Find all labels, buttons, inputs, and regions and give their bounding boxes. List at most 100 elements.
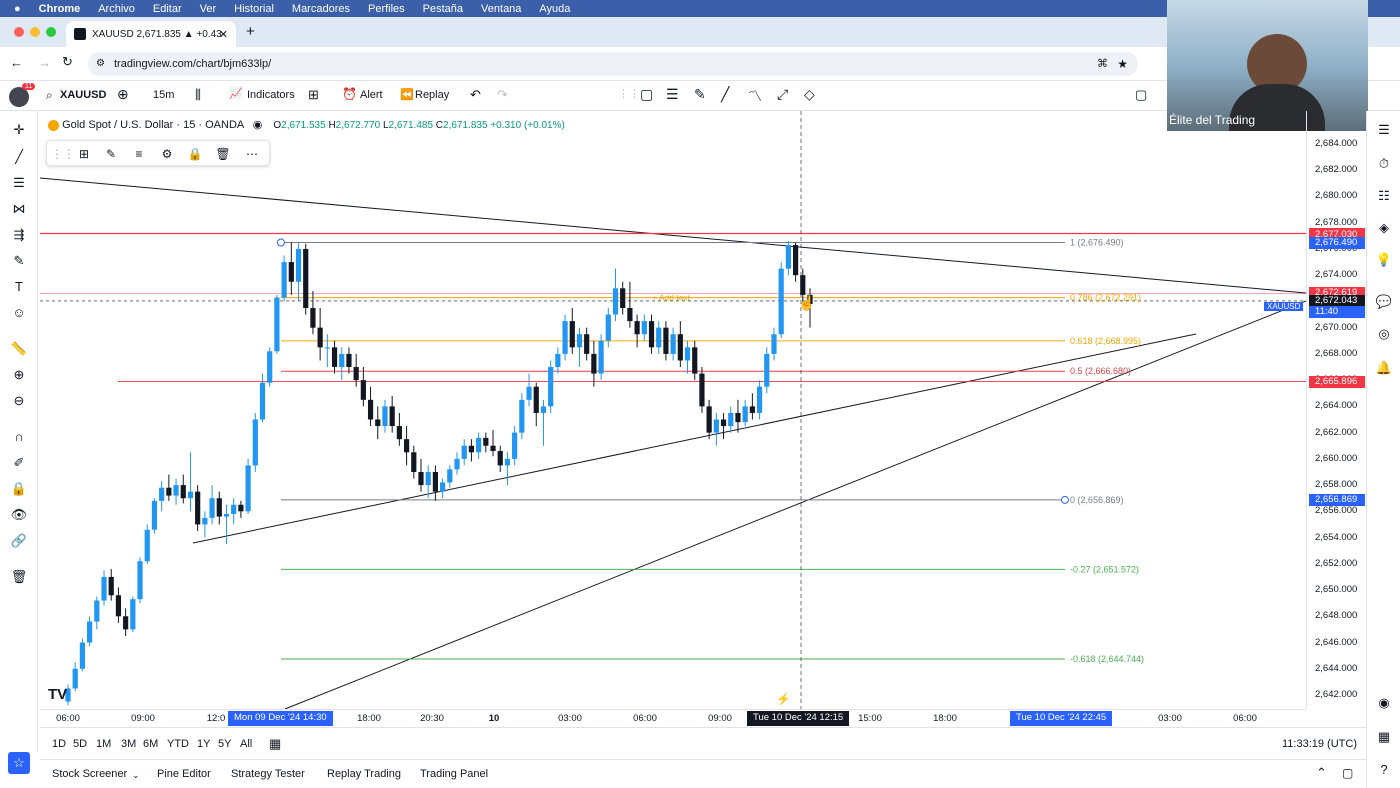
pattern-tool-icon[interactable]: ⋈ (10, 200, 28, 218)
chart-pane[interactable]: 1 (2,676.490) 0.786 (2,672.291) 0.618 (2,6… (39, 111, 1307, 710)
menu-ver[interactable]: Ver (200, 3, 217, 15)
broadcast-icon[interactable]: ◎ (1375, 325, 1393, 343)
close-window-icon[interactable] (14, 27, 24, 37)
range-all[interactable]: All (240, 738, 252, 750)
fullscreen-icon[interactable]: ▢ (1135, 87, 1147, 103)
apple-icon[interactable]: ● (14, 3, 21, 15)
translate-icon[interactable]: ⌘ (1097, 52, 1108, 76)
drag-handle-icon[interactable]: ⋮⋮ (618, 87, 640, 100)
range-3m[interactable]: 3M (121, 738, 136, 750)
range-5d[interactable]: 5D (73, 738, 87, 750)
more-icon[interactable]: ⋯ (243, 145, 261, 163)
menu-editar[interactable]: Editar (153, 3, 182, 15)
back-icon[interactable]: ← (10, 55, 23, 70)
menu-ventana[interactable]: Ventana (481, 3, 521, 15)
lock-icon[interactable]: 🔒 (186, 145, 204, 163)
utc-clock[interactable]: 11:33:19 (UTC) (1282, 738, 1357, 750)
search-icon[interactable]: ⌕ (46, 88, 53, 103)
trendline-tool-icon[interactable]: ╱ (721, 86, 729, 103)
fib-retracement-tool-icon[interactable]: ☰ (10, 174, 28, 192)
notifications-bell-icon[interactable]: 🔔 (1375, 359, 1393, 377)
link-icon[interactable]: 🔗 (10, 532, 28, 550)
url-field[interactable]: ⚙ tradingview.com/chart/bjm633lp/ ⌘ ★ (88, 52, 1138, 76)
browser-tab[interactable]: XAUUSD 2,671.835 ▲ +0.43 ✕ (66, 21, 236, 47)
ruler-icon[interactable]: 📏 (10, 340, 28, 358)
menu-archivo[interactable]: Archivo (98, 3, 135, 15)
drag-handle-icon[interactable]: ⋮⋮ (51, 145, 75, 163)
range-6m[interactable]: 6M (143, 738, 158, 750)
watchlist-icon[interactable]: ☰ (1375, 121, 1393, 139)
range-1y[interactable]: 1Y (197, 738, 210, 750)
new-tab-icon[interactable]: + (246, 23, 255, 40)
site-settings-icon[interactable]: ⚙ (96, 52, 105, 76)
menu-app[interactable]: Chrome (39, 3, 81, 15)
ruler-tool-icon[interactable]: ⤢ (777, 86, 788, 103)
settings-icon[interactable]: ⚙ (158, 145, 176, 163)
data-window-icon[interactable]: ☷ (1375, 187, 1393, 205)
help-center-icon[interactable]: ◉ (1375, 694, 1393, 712)
bookmark-star-icon[interactable]: ★ (1117, 52, 1128, 76)
range-ytd[interactable]: YTD (167, 738, 189, 750)
text-tool-icon[interactable]: T (10, 278, 28, 296)
emoji-tool-icon[interactable]: ☺ (10, 304, 28, 322)
symbol-description[interactable]: Gold Spot / U.S. Dollar · 15 · OANDA (62, 119, 244, 131)
menu-historial[interactable]: Historial (234, 3, 274, 15)
rectangle-tool-icon[interactable]: ▢ (640, 86, 653, 103)
chart-svg[interactable]: 1 (2,676.490) 0.786 (2,672.291) 0.618 (2,6… (39, 111, 1307, 710)
calendar-icon[interactable]: ▦ (1375, 728, 1393, 746)
tab-trading-panel[interactable]: Trading Panel (420, 768, 488, 780)
hints-icon[interactable]: 💡 (1375, 251, 1393, 269)
forecast-tool-icon[interactable]: ⇶ (10, 226, 28, 244)
lock-drawing-icon[interactable]: ✐ (10, 454, 28, 472)
alerts-clock-icon[interactable]: ⏱ (1375, 155, 1393, 173)
maximize-window-icon[interactable] (46, 27, 56, 37)
crosshair-tool-icon[interactable]: ✛ (10, 121, 28, 139)
range-1d[interactable]: 1D (52, 738, 66, 750)
tab-strategy-tester[interactable]: Strategy Tester (231, 768, 305, 780)
indicators-button[interactable]: Indicators (247, 89, 295, 101)
help-icon[interactable]: ? (1375, 761, 1393, 779)
line-color-icon[interactable]: ✎ (102, 145, 120, 163)
user-avatar[interactable] (9, 87, 29, 107)
chevron-down-icon[interactable]: ⌄ (132, 770, 140, 781)
menu-perfiles[interactable]: Perfiles (368, 3, 405, 15)
interval-button[interactable]: 15m (153, 89, 174, 101)
maximize-panel-icon[interactable]: ▢ (1342, 766, 1353, 780)
alert-button[interactable]: Alert (360, 89, 383, 101)
favorites-star-button[interactable]: ☆ (8, 752, 30, 774)
tab-stock-screener[interactable]: Stock Screener (52, 768, 127, 780)
eye-icon[interactable]: 👁 (10, 506, 28, 524)
delete-icon[interactable]: 🗑 (214, 145, 232, 163)
bar-style-icon[interactable]: ⫼ (195, 87, 201, 103)
template-icon[interactable]: ⊞ (75, 145, 93, 163)
tab-pine-editor[interactable]: Pine Editor (157, 768, 211, 780)
zoom-in-icon[interactable]: ⊕ (10, 366, 28, 384)
trash-icon[interactable]: 🗑 (10, 568, 28, 586)
undo-icon[interactable]: ↶ (470, 87, 481, 103)
add-symbol-icon[interactable]: ⊕ (117, 86, 129, 103)
close-tab-icon[interactable]: ✕ (219, 28, 228, 41)
line-tool-icon[interactable]: ╱ (10, 148, 28, 166)
magnet-tool-icon[interactable]: ◇ (804, 86, 815, 103)
lock-icon[interactable]: 🔒 (10, 480, 28, 498)
redo-icon[interactable]: ↷ (497, 87, 508, 103)
brush-tool-icon[interactable]: ✎ (10, 252, 28, 270)
reload-icon[interactable]: ↻ (62, 54, 73, 70)
range-1m[interactable]: 1M (96, 738, 111, 750)
menu-ayuda[interactable]: Ayuda (539, 3, 570, 15)
path-tool-icon[interactable]: 〽 (748, 86, 762, 106)
date-range-icon[interactable]: ▦ (269, 736, 281, 752)
layouts-icon[interactable]: ⊞ (308, 87, 319, 103)
chat-icon[interactable]: 💬 (1375, 293, 1393, 311)
layers-icon[interactable]: ◈ (1375, 219, 1393, 237)
menu-pestana[interactable]: Pestaña (423, 3, 463, 15)
magnet-icon[interactable]: ∩ (10, 428, 28, 446)
zoom-out-icon[interactable]: ⊖ (10, 392, 28, 410)
fib-tool-icon[interactable]: ☰ (666, 86, 679, 103)
minimize-window-icon[interactable] (30, 27, 40, 37)
symbol-search[interactable]: XAUUSD (60, 89, 106, 101)
price-scale[interactable]: 2,684.000 2,682.000 2,680.000 2,678.000 2,67… (1306, 111, 1366, 709)
eye-visibility-icon[interactable]: ◉ (253, 119, 263, 131)
time-axis[interactable]: Mon 09 Dec '24 14:30 Tue 10 Dec '24 12:1… (40, 709, 1306, 727)
menu-marcadores[interactable]: Marcadores (292, 3, 350, 15)
